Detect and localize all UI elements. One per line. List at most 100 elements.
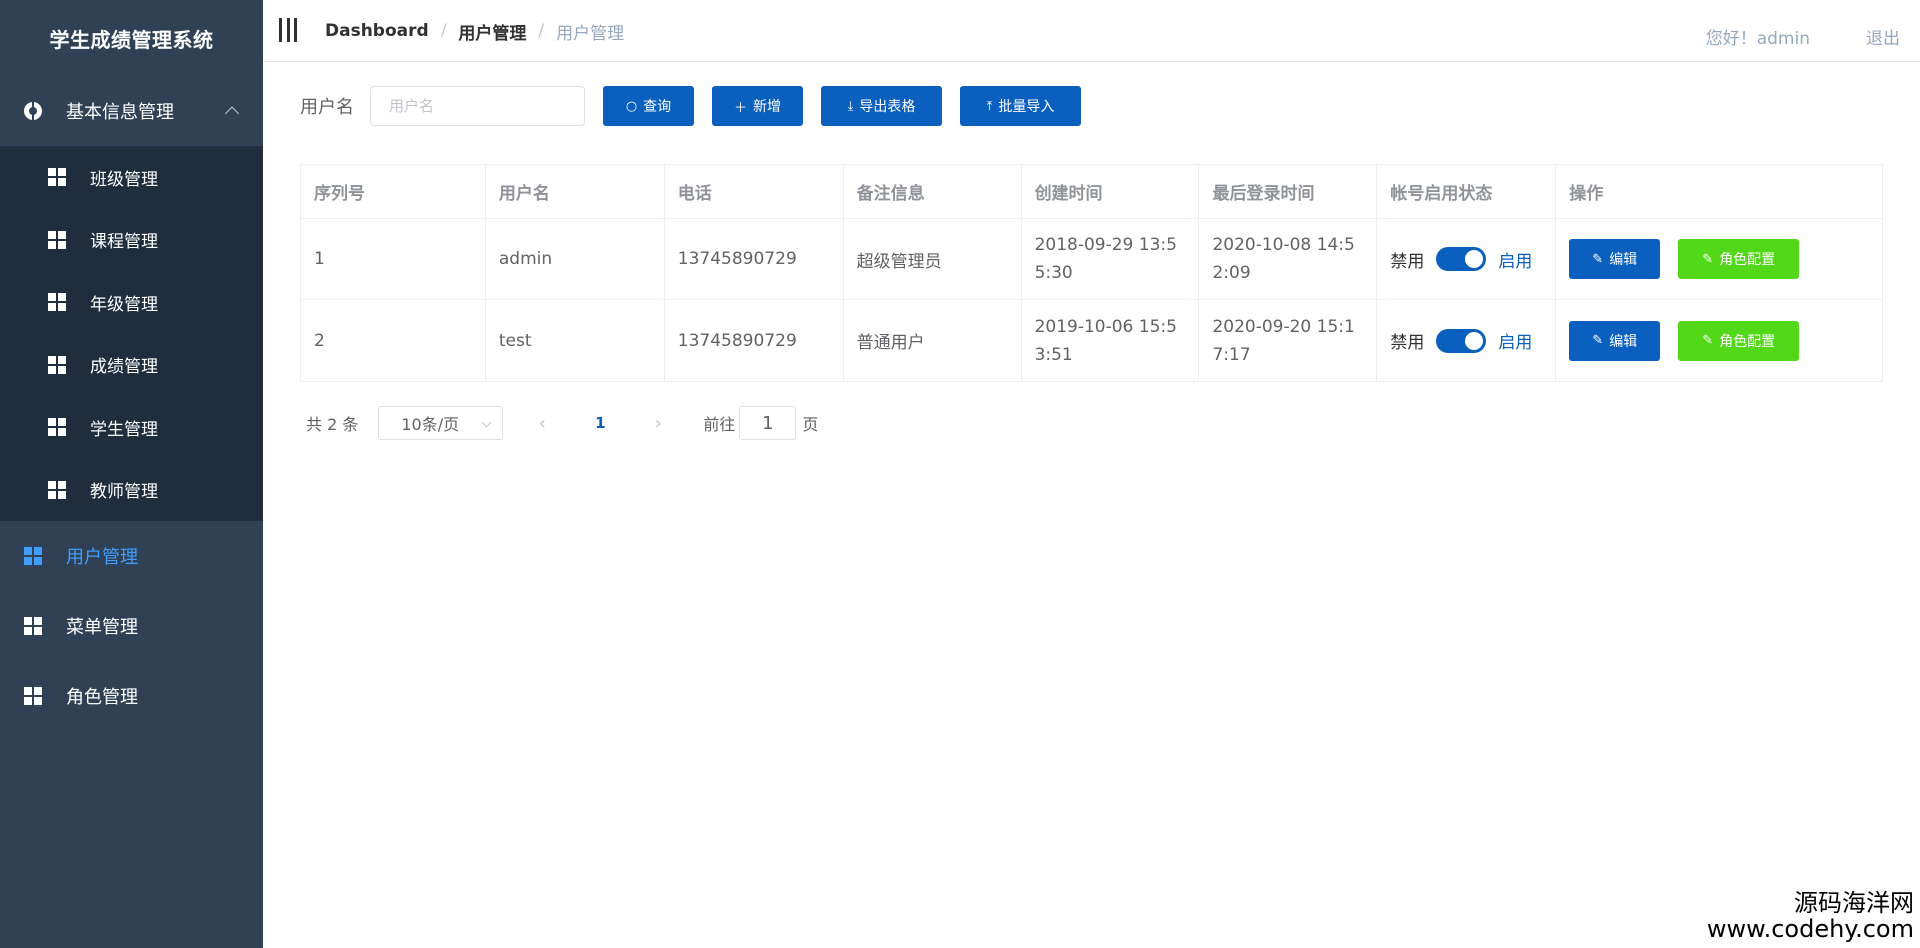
download-icon: ⤓ [847,98,854,114]
sidebar-item-label: 学生管理 [90,419,158,440]
sidebar-item-label: 用户管理 [66,547,138,568]
sidebar-item-course[interactable]: 课程管理 [0,209,263,272]
sidebar-item-label: 课程管理 [90,232,158,253]
cell-last-login: 2020-09-20 15:17:17 [1199,300,1378,381]
import-button[interactable]: ⤒ 批量导入 [960,86,1081,126]
created-time: 2019-10-06 15:53:51 [1034,316,1177,365]
pencil-icon: ✎ [1592,333,1604,348]
app-title: 学生成绩管理系统 [49,27,214,52]
sidebar-item-score[interactable]: 成绩管理 [0,334,263,397]
page-number[interactable]: 1 [579,414,621,432]
cell-actions: ✎ 编辑 ✎ 角色配置 [1556,300,1884,381]
sidebar-item-label: 班级管理 [90,169,158,190]
table-row: 1 admin 13745890729 超级管理员 2018-09-29 13:… [301,219,1884,300]
pagination: 共 2 条 10条/页 ‹ 1 › 前往 页 [306,406,818,440]
grid-icon [48,418,66,437]
total-count: 共 2 条 [306,415,359,434]
menu-basic-info-label: 基本信息管理 [66,102,174,123]
target-icon [24,102,42,120]
grid-icon [24,687,42,705]
pencil-icon: ✎ [1702,333,1714,348]
logout-link[interactable]: 退出 [1866,0,1900,72]
sidebar-item-menu[interactable]: 菜单管理 [0,591,263,661]
role-config-button-label: 角色配置 [1719,333,1776,350]
sidebar-item-user[interactable]: 用户管理 [0,521,263,591]
edit-button[interactable]: ✎ 编辑 [1569,320,1661,361]
column-header: 操作 [1556,165,1884,218]
pencil-icon: ✎ [1592,251,1604,267]
chevron-down-icon [481,417,492,428]
status-toggle[interactable] [1436,247,1487,271]
search-toolbar: 用户名 ○ 查询 ＋ 新增 ⤓ 导出表格 ⤒ 批量导入 [300,86,1081,126]
column-header: 序列号 [301,165,486,218]
edit-button-label: 编辑 [1609,333,1638,350]
edit-button-label: 编辑 [1609,252,1638,268]
cell-remark: 超级管理员 [844,219,1022,299]
last-login-time: 2020-10-08 14:52:09 [1212,235,1355,283]
cell-remark: 普通用户 [844,300,1022,381]
status-off-label: 禁用 [1390,251,1425,272]
cell-id: 1 [301,219,486,299]
page-size-select[interactable]: 10条/页 [378,406,504,440]
goto-label: 前往 [703,415,736,434]
column-header: 电话 [665,165,844,218]
pencil-icon: ✎ [1702,251,1714,267]
username-label: 用户名 [300,97,354,118]
export-button[interactable]: ⤓ 导出表格 [821,86,942,126]
edit-button[interactable]: ✎ 编辑 [1569,239,1661,279]
status-on-label: 启用 [1498,251,1533,272]
sidebar-item-label: 成绩管理 [90,357,158,378]
breadcrumb-current: 用户管理 [556,23,625,44]
sidebar-item-label: 年级管理 [90,294,158,315]
cell-created: 2019-10-06 15:53:51 [1022,300,1200,381]
query-button-label: 查询 [643,99,672,115]
column-header: 最后登录时间 [1199,165,1378,218]
watermark-title: 源码海洋网 [1794,889,1914,917]
sidebar-item-role[interactable]: 角色管理 [0,661,263,731]
sidebar: 学生成绩管理系统 基本信息管理 班级管理 课程管理 年级管理 成绩管理 学生管理… [0,0,263,948]
watermark: 源码海洋网 www.codehy.com [1707,890,1914,942]
cell-phone: 13745890729 [665,219,844,299]
status-on-label: 启用 [1498,333,1533,353]
cell-username: admin [486,219,665,299]
column-header: 帐号启用状态 [1377,165,1557,218]
add-button[interactable]: ＋ 新增 [712,86,803,126]
watermark-url: www.codehy.com [1706,915,1914,943]
column-header: 用户名 [486,165,665,218]
grid-icon [48,230,66,249]
export-button-label: 导出表格 [859,99,916,115]
cell-status: 禁用 启用 [1377,300,1557,381]
menu-basic-info[interactable]: 基本信息管理 [0,76,263,146]
breadcrumb-dashboard[interactable]: Dashboard [325,21,429,41]
goto-page-input[interactable] [739,406,797,440]
last-login-time: 2020-09-20 15:17:17 [1212,316,1355,365]
grid-icon [48,293,66,312]
sidebar-item-grade[interactable]: 年级管理 [0,271,263,334]
cell-id: 2 [301,300,486,381]
status-toggle[interactable] [1436,328,1487,353]
cell-last-login: 2020-10-08 14:52:09 [1199,219,1378,299]
search-icon: ○ [625,98,638,114]
grid-icon [24,547,42,565]
prev-page-icon[interactable]: ‹ [523,413,561,434]
chevron-up-icon [224,106,240,121]
top-header: Dashboard / 用户管理 / 用户管理 您好！admin 退出 [263,0,1920,62]
query-button[interactable]: ○ 查询 [603,86,694,126]
next-page-icon[interactable]: › [639,413,677,434]
breadcrumb-user-admin[interactable]: 用户管理 [458,19,526,44]
sidebar-item-teacher[interactable]: 教师管理 [0,459,263,522]
user-greeting: 您好！admin [1705,28,1810,49]
role-config-button[interactable]: ✎ 角色配置 [1678,320,1800,361]
username-search-input[interactable] [370,86,585,126]
sidebar-item-class[interactable]: 班级管理 [0,146,263,209]
grid-icon [48,355,66,374]
grid-icon [48,480,66,499]
cell-created: 2018-09-29 13:55:30 [1022,219,1200,299]
sidebar-item-student[interactable]: 学生管理 [0,396,263,459]
column-header: 备注信息 [844,165,1022,218]
table-row: 2 test 13745890729 普通用户 2019-10-06 15:53… [301,300,1884,381]
role-config-button[interactable]: ✎ 角色配置 [1678,239,1800,279]
grid-icon [48,168,66,187]
sidebar-item-label: 角色管理 [66,687,138,708]
hamburger-icon[interactable] [279,18,297,42]
